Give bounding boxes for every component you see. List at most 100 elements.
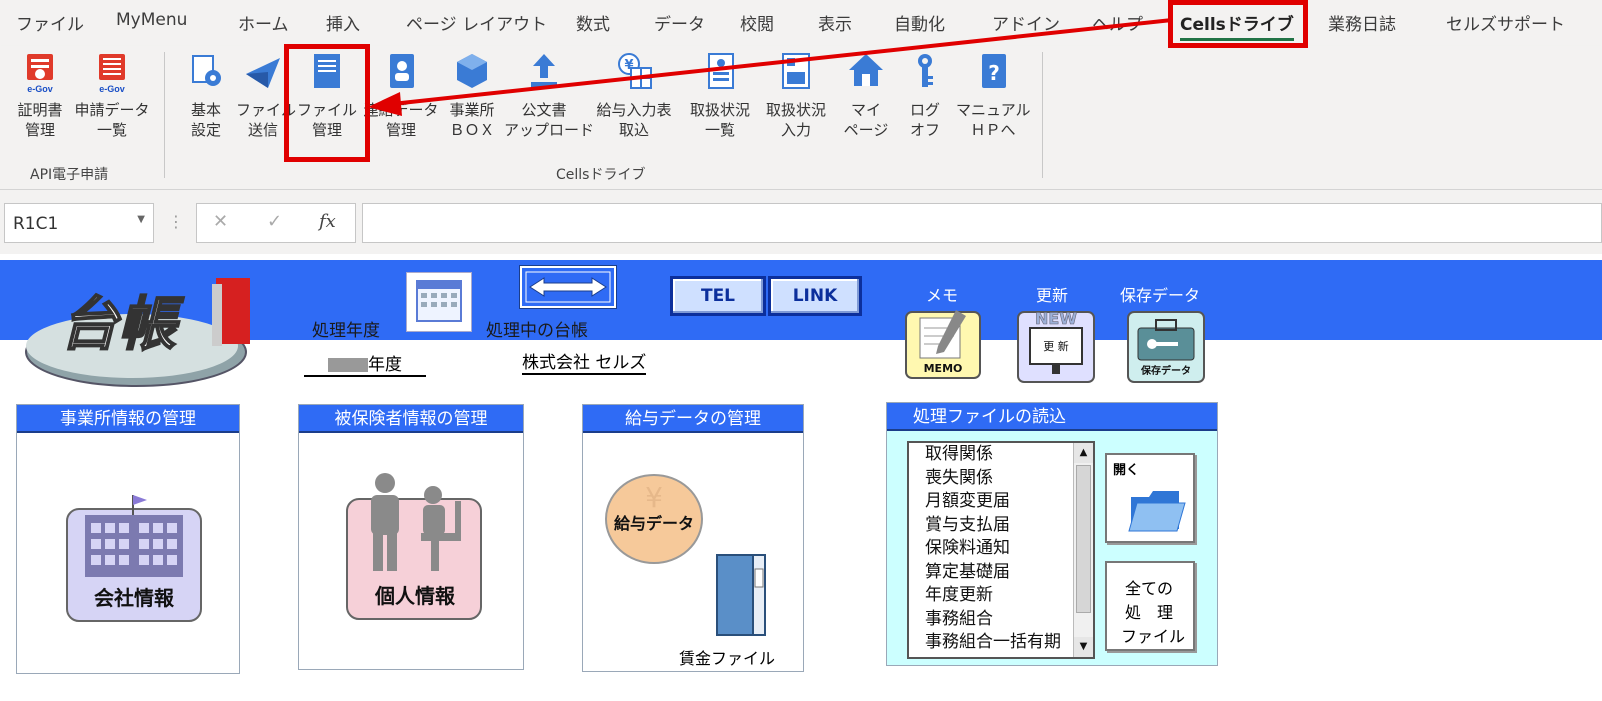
list-item[interactable]: 事務組合 — [909, 608, 1069, 632]
calendar-icon[interactable] — [406, 272, 472, 332]
list-item[interactable]: 算定基礎届 — [909, 561, 1069, 585]
svg-text:保存データ: 保存データ — [1140, 364, 1191, 377]
salary-input-import-label: 給与入力表 取込 — [596, 101, 672, 139]
status-input-label: 取扱状況 入力 — [765, 101, 826, 139]
people-icon: 個人情報 — [346, 473, 482, 620]
tab-file[interactable]: ファイル — [16, 10, 84, 35]
home-icon — [849, 54, 883, 86]
manual-hp-button[interactable]: ? マニュアル ＨＰへ — [956, 50, 1031, 140]
certificate-manage-label: 証明書 管理 — [17, 101, 63, 139]
tab-mymenu[interactable]: MyMenu — [116, 10, 187, 30]
certificate-manage-button[interactable]: e-Gov 証明書 管理 — [10, 50, 70, 140]
tab-review[interactable]: 校閲 — [740, 10, 774, 35]
file-send-label: ファイル 送信 — [236, 101, 297, 139]
office-box-button[interactable]: 事業所 ＢＯＸ — [444, 50, 500, 140]
open-button[interactable]: 開く — [1105, 453, 1195, 543]
link-button[interactable]: LINK — [768, 276, 862, 316]
process-file-listbox[interactable]: 取得関係 喪失関係 月額変更届 賞与支払届 保険料通知 算定基礎届 年度更新 事… — [907, 441, 1095, 659]
status-input-button[interactable]: 取扱状況 入力 — [760, 50, 832, 140]
svg-text:NEW: NEW — [1035, 309, 1077, 328]
swap-arrows-icon — [525, 271, 611, 303]
list-item[interactable]: 取得関係 — [909, 443, 1069, 467]
chevron-down-icon[interactable]: ▼ — [137, 214, 145, 225]
tab-data[interactable]: データ — [654, 10, 705, 35]
contact-data-manage-button[interactable]: 連絡データ 管理 — [360, 50, 442, 140]
list-item[interactable]: 事務組合一括有期 — [909, 631, 1069, 655]
svg-text:e-Gov: e-Gov — [99, 84, 125, 94]
cube-box-icon — [457, 54, 487, 88]
svg-text:個人情報: 個人情報 — [374, 584, 456, 608]
list-item[interactable]: 賞与支払届 — [909, 514, 1069, 538]
scroll-down-icon[interactable]: ▼ — [1074, 637, 1093, 657]
fx-icon[interactable]: fx — [319, 211, 336, 232]
insured-panel-title: 被保険者情報の管理 — [299, 405, 523, 433]
tab-home[interactable]: ホーム — [238, 10, 289, 35]
listbox-scrollbar[interactable]: ▲ ▼ — [1073, 443, 1093, 657]
official-doc-upload-label: 公文書 アップロード — [504, 101, 595, 139]
e-gov-certificate-icon: e-Gov — [27, 54, 53, 94]
tab-view[interactable]: 表示 — [818, 10, 852, 35]
update-button[interactable]: NEW 更 新 — [1016, 306, 1096, 384]
tab-help[interactable]: ヘルプ — [1092, 10, 1143, 35]
saved-data-button[interactable]: 保存データ — [1126, 308, 1206, 384]
swap-arrows-button[interactable] — [519, 265, 617, 309]
saved-data-label: 保存データ — [1120, 286, 1201, 305]
all-files-button[interactable]: 全ての 処 理 ファイル — [1105, 561, 1195, 651]
fiscal-year-label: 処理年度 — [312, 321, 380, 341]
application-data-list-button[interactable]: e-Gov 申請データ 一覧 — [72, 50, 152, 140]
all-files-line1: 全ての — [1125, 579, 1174, 598]
formula-bar: R1C1 ▼ ⋮ ✕ ✓ fx — [0, 190, 1602, 254]
insured-panel: 被保険者情報の管理 個人情報 — [298, 404, 524, 670]
redacted-year-mask — [328, 358, 368, 372]
my-page-button[interactable]: マイ ページ — [838, 50, 894, 140]
ribbon-tab-bar: ファイル MyMenu ホーム 挿入 ページ レイアウト 数式 データ 校閲 表… — [0, 0, 1602, 46]
drag-handle-icon[interactable]: ⋮ — [168, 212, 184, 231]
name-box-value: R1C1 — [13, 214, 59, 234]
svg-text:会社情報: 会社情報 — [94, 586, 175, 610]
tab-addins[interactable]: アドイン — [992, 10, 1060, 35]
tab-page-layout[interactable]: ページ レイアウト — [406, 10, 547, 35]
list-item[interactable]: 喪失関係 — [909, 467, 1069, 491]
salary-panel-title: 給与データの管理 — [583, 405, 803, 433]
tab-cells-support[interactable]: セルズサポート — [1446, 10, 1565, 35]
fiscal-year-value[interactable]: 年度 — [304, 350, 426, 377]
list-item[interactable]: 保険料通知 — [909, 537, 1069, 561]
basic-settings-button[interactable]: 基本 設定 — [180, 50, 232, 140]
enter-icon[interactable]: ✓ — [267, 211, 282, 232]
scroll-up-icon[interactable]: ▲ — [1074, 443, 1093, 463]
file-load-panel-title: 処理ファイルの読込 — [887, 403, 1217, 431]
personal-info-button[interactable]: 個人情報 — [345, 471, 485, 623]
manual-hp-label: マニュアル ＨＰへ — [956, 101, 1031, 139]
list-item[interactable]: 年度更新 — [909, 584, 1069, 608]
official-doc-upload-button[interactable]: 公文書 アップロード — [504, 50, 595, 140]
tab-insert[interactable]: 挿入 — [326, 10, 360, 35]
cancel-icon[interactable]: ✕ — [213, 211, 228, 232]
status-list-button[interactable]: 取扱状況 一覧 — [684, 50, 756, 140]
all-files-line2: 処 理 — [1125, 603, 1174, 622]
settings-gear-icon — [192, 55, 221, 86]
open-folder-icon — [1128, 491, 1186, 532]
memo-icon: MEMO — [905, 310, 981, 379]
ledger-value[interactable]: 株式会社 セルズ — [522, 348, 647, 375]
group-separator — [164, 52, 165, 178]
file-manage-highlight — [284, 44, 370, 162]
office-box-label: 事業所 ＢＯＸ — [449, 101, 495, 139]
list-item[interactable]: 月額変更届 — [909, 490, 1069, 514]
company-info-button[interactable]: 会社情報 — [63, 495, 207, 625]
tab-automate[interactable]: 自動化 — [894, 10, 945, 35]
memo-button[interactable]: MEMO — [904, 306, 982, 380]
file-send-button[interactable]: ファイル 送信 — [236, 50, 297, 140]
group-separator-end — [1042, 52, 1043, 178]
tab-formulas[interactable]: 数式 — [576, 10, 610, 35]
open-button-label: 開く — [1113, 463, 1140, 478]
name-box[interactable]: R1C1 ▼ — [4, 203, 154, 243]
tab-work-diary[interactable]: 業務日誌 — [1328, 10, 1396, 35]
logoff-button[interactable]: ログ オフ — [902, 50, 948, 140]
wage-file-button[interactable] — [713, 551, 769, 639]
formula-input[interactable] — [362, 203, 1602, 243]
scroll-thumb[interactable] — [1076, 465, 1091, 613]
svg-text:MEMO: MEMO — [924, 362, 963, 375]
salary-data-button[interactable]: ¥ 給与データ — [603, 471, 705, 567]
tel-button[interactable]: TEL — [670, 276, 766, 316]
salary-input-import-button[interactable]: ¥ 給与入力表 取込 — [586, 50, 682, 140]
